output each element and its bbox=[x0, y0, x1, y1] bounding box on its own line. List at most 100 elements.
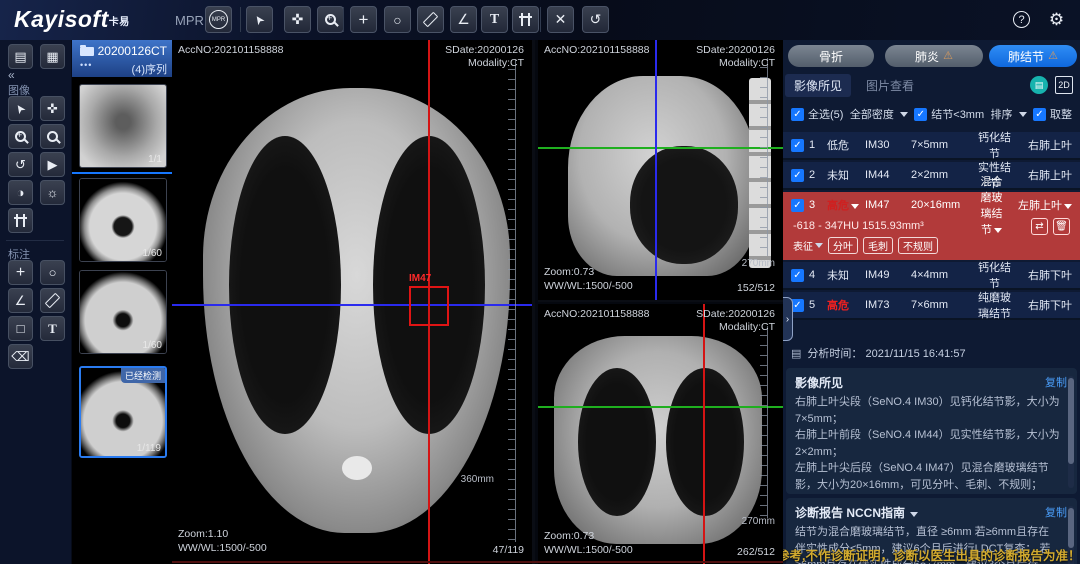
nodule-bounding-box[interactable] bbox=[409, 286, 449, 326]
image-brightness-button[interactable]: ☼ bbox=[40, 180, 65, 205]
sagittal-crosshair-vertical[interactable] bbox=[655, 40, 657, 302]
nodule-location-dropdown[interactable]: 左肺上叶 bbox=[1006, 197, 1072, 213]
spine-region bbox=[342, 456, 372, 480]
study-date: SDate:20200126 bbox=[696, 44, 775, 56]
sort-dropdown[interactable]: 排序 bbox=[991, 106, 1027, 122]
series-header[interactable]: 20200126CT ••• (4)序列 bbox=[72, 40, 172, 77]
copy-diagnosis-button[interactable]: 复制 bbox=[1045, 504, 1067, 520]
diagnosis-scrollbar-thumb[interactable] bbox=[1068, 508, 1074, 548]
image-cine-button[interactable]: ▶ bbox=[40, 152, 65, 177]
select-tool-button[interactable]: ➤ bbox=[246, 6, 273, 33]
image-select-button[interactable]: ➤ bbox=[8, 96, 33, 121]
image-rotate-button[interactable]: ↺ bbox=[8, 152, 33, 177]
zoom-level: Zoom:0.73 bbox=[544, 266, 594, 278]
checkbox-checked-icon[interactable]: ✓ bbox=[791, 108, 804, 121]
annotation-ellipse-button[interactable]: ○ bbox=[40, 260, 65, 285]
angle-tool-button[interactable]: ∠ bbox=[450, 6, 477, 33]
checkbox-checked-icon[interactable]: ✓ bbox=[1033, 108, 1046, 121]
delete-nodule-button[interactable]: 🗑 bbox=[1053, 218, 1070, 235]
pan-tool-button[interactable]: ✜ bbox=[284, 6, 311, 33]
axial-viewport[interactable]: IM47 360mm AccNO:202101158888 SDate:2020… bbox=[172, 40, 535, 564]
density-label: 全部密度 bbox=[850, 106, 894, 122]
annotation-rectangle-button[interactable]: □ bbox=[8, 316, 33, 341]
nodule-row-3-selected[interactable]: ✓ 3 高危 IM47 20×16mm 混合磨玻璃结节 左肺上叶 -618 - … bbox=[783, 192, 1080, 260]
slice-counter: 152/512 bbox=[737, 282, 775, 294]
module-pneumonia-button[interactable]: 肺炎 ⚠ bbox=[885, 45, 983, 67]
checkbox-checked-icon[interactable]: ✓ bbox=[791, 269, 804, 282]
checkbox-checked-icon[interactable]: ✓ bbox=[791, 199, 804, 212]
diagnosis-title-text: 诊断报告 NCCN指南 bbox=[795, 506, 905, 520]
round-checkbox[interactable]: ✓取整 bbox=[1033, 106, 1072, 122]
study-date: SDate:20200126 bbox=[445, 44, 524, 56]
zoom-level: Zoom:1.10 bbox=[178, 528, 228, 540]
window-level-tool-button[interactable] bbox=[512, 6, 539, 33]
locate-nodule-button[interactable]: ⇄ bbox=[1031, 218, 1048, 235]
coronal-viewport[interactable]: 270mm AccNO:202101158888 SDate:20200126 … bbox=[538, 304, 783, 564]
nodule-row-5[interactable]: ✓ 5 高危 IM73 7×6mm 纯磨玻璃结节 右肺下叶 bbox=[783, 292, 1080, 320]
mpr-tool-button[interactable]: MPR bbox=[205, 6, 232, 33]
image-pan-button[interactable]: ✜ bbox=[40, 96, 65, 121]
modality: Modality:CT bbox=[468, 57, 524, 69]
ruler-tool-button[interactable] bbox=[417, 6, 444, 33]
findings-scrollbar-thumb[interactable] bbox=[1068, 378, 1074, 464]
checkbox-checked-icon[interactable]: ✓ bbox=[791, 139, 804, 152]
series-thumbnail-1[interactable]: 1/1 bbox=[79, 84, 167, 168]
sagittal-viewport[interactable]: 270mm AccNO:202101158888 SDate:20200126 … bbox=[538, 40, 783, 302]
image-window-level-button[interactable] bbox=[8, 208, 33, 233]
coronal-crosshair-horizontal[interactable] bbox=[538, 406, 783, 408]
image-magnify-button[interactable] bbox=[40, 124, 65, 149]
nodule-risk: 低危 bbox=[827, 137, 865, 153]
feature-chip-row: 表征 分叶 毛刺 不规则 bbox=[793, 237, 938, 254]
annotation-ruler-button[interactable] bbox=[40, 288, 65, 313]
chevron-down-icon[interactable] bbox=[910, 512, 918, 517]
small-nodule-checkbox[interactable]: ✓结节<3mm bbox=[914, 106, 984, 122]
series-layout-button[interactable]: ▦ bbox=[40, 44, 65, 69]
series-thumbnail-4[interactable]: 已经检测 1/119 bbox=[79, 366, 167, 458]
module-fracture-button[interactable]: 骨折 bbox=[788, 45, 874, 67]
feature-chip-irregular[interactable]: 不规则 bbox=[898, 237, 938, 254]
text-tool-button[interactable]: T bbox=[481, 6, 508, 33]
nodule-type: 纯磨玻璃结节 bbox=[977, 289, 1012, 321]
collapse-sidebar-button[interactable]: « bbox=[8, 68, 15, 82]
coronal-crosshair-vertical[interactable] bbox=[703, 304, 705, 564]
image-invert-button[interactable]: ◑ bbox=[8, 180, 33, 205]
axial-crosshair-horizontal[interactable] bbox=[172, 304, 535, 306]
sagittal-crosshair-horizontal[interactable] bbox=[538, 147, 783, 149]
feature-chip-spiculation[interactable]: 毛刺 bbox=[863, 237, 893, 254]
feature-dropdown[interactable]: 表征 bbox=[793, 238, 823, 253]
nodule-row-1[interactable]: ✓ 1 低危 IM30 7×5mm 钙化结节 右肺上叶 bbox=[783, 132, 1080, 160]
nodule-risk-dropdown[interactable]: 高危 bbox=[827, 197, 865, 213]
zoom-tool-button[interactable] bbox=[317, 6, 344, 33]
panel-collapse-handle[interactable]: › bbox=[783, 297, 793, 341]
thumbnail-list-button[interactable]: ▤ bbox=[8, 44, 33, 69]
checkbox-checked-icon[interactable]: ✓ bbox=[791, 169, 804, 182]
nodule-row-2[interactable]: ✓ 2 未知 IM44 2×2mm 实性结节 右肺上叶 bbox=[783, 162, 1080, 190]
ellipse-tool-button[interactable]: ○ bbox=[384, 6, 411, 33]
checkbox-checked-icon[interactable]: ✓ bbox=[914, 108, 927, 121]
series-more-button[interactable]: ••• bbox=[80, 60, 92, 70]
2d-mode-button[interactable]: 2D bbox=[1055, 76, 1073, 94]
annotation-angle-button[interactable]: ∠ bbox=[8, 288, 33, 313]
tab-image-view[interactable]: 图片查看 bbox=[857, 74, 923, 97]
report-icon[interactable]: ▤ bbox=[1030, 76, 1048, 94]
nodule-row-4[interactable]: ✓ 4 未知 IM49 4×4mm 钙化结节 右肺下叶 bbox=[783, 262, 1080, 290]
annotation-eraser-button[interactable]: ⌫ bbox=[8, 344, 33, 369]
reset-tool-button[interactable]: ↺ bbox=[582, 6, 609, 33]
select-all-checkbox[interactable]: ✓全选(5) bbox=[791, 106, 843, 122]
image-zoom-in-button[interactable] bbox=[8, 124, 33, 149]
density-dropdown[interactable]: 全部密度 bbox=[850, 106, 908, 122]
annotation-text-button[interactable]: T bbox=[40, 316, 65, 341]
crosshair-tool-button[interactable]: + bbox=[350, 6, 377, 33]
settings-button[interactable]: ⚙ bbox=[1043, 6, 1070, 33]
close-tool-button[interactable]: ✕ bbox=[547, 6, 574, 33]
nodule-type-dropdown[interactable]: 混合磨玻璃结节 bbox=[977, 173, 1006, 237]
help-button[interactable]: ? bbox=[1008, 6, 1035, 33]
copy-findings-button[interactable]: 复制 bbox=[1045, 374, 1067, 390]
series-thumbnail-2[interactable]: 1/60 bbox=[79, 178, 167, 262]
series-thumbnail-3[interactable]: 1/60 bbox=[79, 270, 167, 354]
module-lung-nodule-button[interactable]: 肺结节 ⚠ bbox=[989, 45, 1077, 67]
feature-chip-lobulation[interactable]: 分叶 bbox=[828, 237, 858, 254]
tab-findings[interactable]: 影像所见 bbox=[785, 74, 851, 97]
annotation-crosshair-button[interactable]: + bbox=[8, 260, 33, 285]
pan-icon: ✜ bbox=[47, 101, 58, 117]
